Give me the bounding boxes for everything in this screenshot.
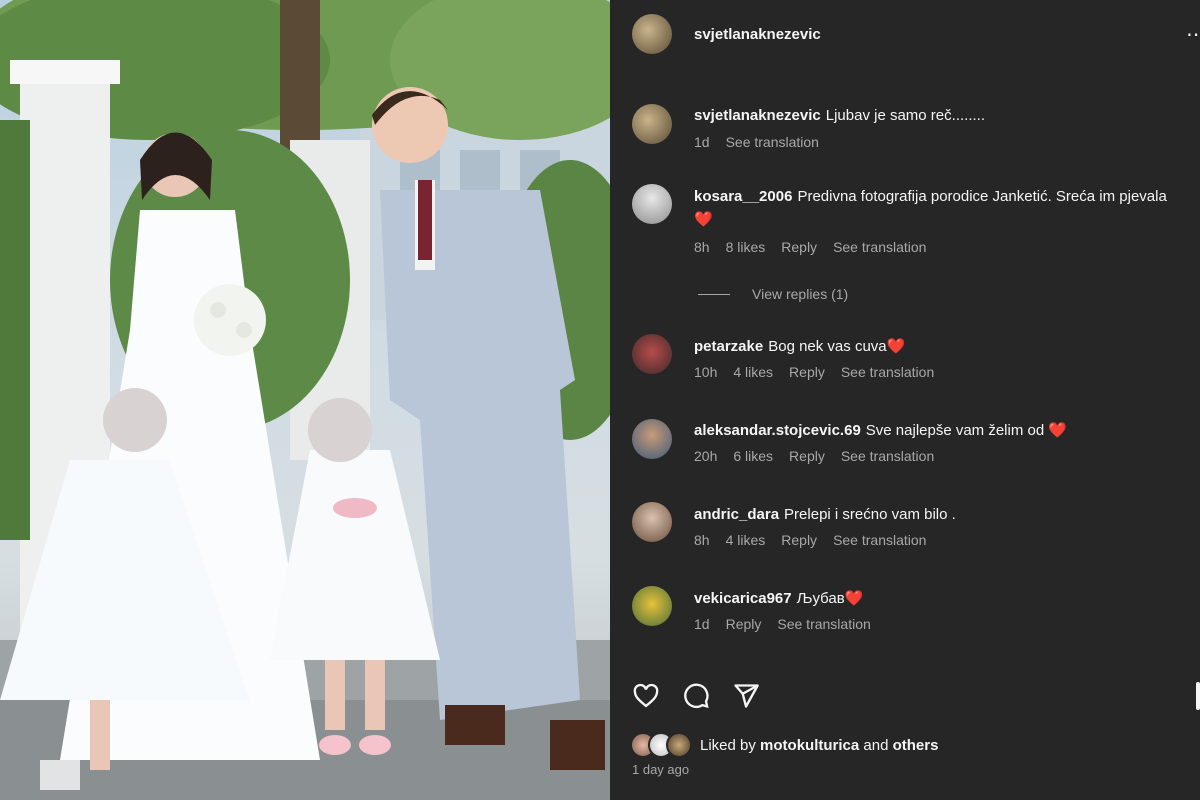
commenter-avatar[interactable] xyxy=(632,419,672,459)
reply-button[interactable]: Reply xyxy=(781,532,817,548)
comment-item: petarzake Bog nek vas cuva❤️ 10h 4 likes … xyxy=(694,335,1184,380)
wedding-photo-illustration xyxy=(0,0,610,800)
liked-by-row[interactable]: Liked by motokulturica and others xyxy=(630,732,938,758)
caption-avatar[interactable] xyxy=(632,104,672,144)
caption-comment: svjetlanaknezevic Ljubav je samo reč.....… xyxy=(694,104,1184,150)
heart-emoji: ❤️ xyxy=(694,211,713,228)
view-replies-button[interactable]: View replies (1) xyxy=(698,286,848,302)
view-replies-label: View replies (1) xyxy=(752,286,849,302)
liked-by-others[interactable]: others xyxy=(893,737,939,754)
replies-divider xyxy=(698,293,730,295)
comment-text: Bog nek vas cuva xyxy=(768,338,887,355)
liked-by-and: and xyxy=(863,736,889,754)
comment-text: Sve najlepše vam želim od xyxy=(865,422,1045,439)
more-dots-icon[interactable]: ⋯ xyxy=(1186,22,1200,47)
commenter-avatar[interactable] xyxy=(632,334,672,374)
author-username[interactable]: svjetlanaknezevic xyxy=(694,26,821,43)
comment-item: vekicarica967 Љубав❤️ 1d Reply See transl… xyxy=(694,587,1184,632)
heart-emoji: ❤️ xyxy=(886,338,906,355)
instagram-post-view: svjetlanaknezevic ⋯ svjetlanaknezevic Lju… xyxy=(0,0,1200,800)
comment-age[interactable]: 10h xyxy=(694,364,717,380)
comment-username[interactable]: vekicarica967 xyxy=(694,590,792,607)
commenter-avatar[interactable] xyxy=(632,586,672,626)
see-translation-link[interactable]: See translation xyxy=(841,364,934,380)
comment-text: Љубав xyxy=(796,590,845,607)
liked-by-text: Liked by motokulturica and others xyxy=(700,737,938,754)
heart-emoji: ❤️ xyxy=(844,590,864,607)
comment-age[interactable]: 1d xyxy=(694,616,710,632)
comment-age[interactable]: 8h xyxy=(694,532,710,548)
comment-age[interactable]: 20h xyxy=(694,448,717,464)
comment-age[interactable]: 8h xyxy=(694,239,710,255)
author-avatar[interactable] xyxy=(632,14,672,54)
reply-button[interactable]: Reply xyxy=(781,239,817,255)
comment-item: kosara__2006 Predivna fotografija porodic… xyxy=(694,185,1184,255)
heart-emoji: ❤️ xyxy=(1048,422,1068,439)
comment-icon[interactable] xyxy=(680,680,712,712)
comment-likes[interactable]: 4 likes xyxy=(733,364,773,380)
comment-item: andric_dara Prelepi i srećno vam bilo . 8… xyxy=(694,503,1184,548)
caption-text: Ljubav je samo reč........ xyxy=(825,107,985,124)
comment-item: aleksandar.stojcevic.69 Sve najlepše vam … xyxy=(694,419,1184,464)
comment-username[interactable]: petarzake xyxy=(694,338,763,355)
post-actions xyxy=(630,680,762,712)
comment-username[interactable]: andric_dara xyxy=(694,506,779,523)
caption-age[interactable]: 1d xyxy=(694,134,710,150)
heart-icon[interactable] xyxy=(630,680,662,712)
see-translation-link[interactable]: See translation xyxy=(777,616,870,632)
post-photo[interactable] xyxy=(0,0,610,800)
comments-panel: svjetlanaknezevic ⋯ svjetlanaknezevic Lju… xyxy=(610,0,1200,800)
comment-likes[interactable]: 6 likes xyxy=(733,448,773,464)
reply-button[interactable]: Reply xyxy=(789,448,825,464)
reply-button[interactable]: Reply xyxy=(726,616,762,632)
bookmark-edge[interactable] xyxy=(1196,682,1200,710)
comment-likes[interactable]: 8 likes xyxy=(726,239,766,255)
see-translation-link[interactable]: See translation xyxy=(833,239,926,255)
reply-button[interactable]: Reply xyxy=(789,364,825,380)
caption-username[interactable]: svjetlanaknezevic xyxy=(694,107,821,124)
commenter-avatar[interactable] xyxy=(632,184,672,224)
comment-likes[interactable]: 4 likes xyxy=(726,532,766,548)
comment-username[interactable]: kosara__2006 xyxy=(694,188,792,205)
comment-text: Prelepi i srećno vam bilo . xyxy=(784,506,956,523)
see-translation-link[interactable]: See translation xyxy=(726,134,819,150)
liked-by-prefix: Liked by xyxy=(700,736,756,754)
commenter-avatar[interactable] xyxy=(632,502,672,542)
liker-avatar xyxy=(666,732,692,758)
post-timestamp[interactable]: 1 day ago xyxy=(632,762,689,777)
liked-by-user[interactable]: motokulturica xyxy=(760,737,859,754)
share-icon[interactable] xyxy=(730,680,762,712)
comment-username[interactable]: aleksandar.stojcevic.69 xyxy=(694,422,861,439)
see-translation-link[interactable]: See translation xyxy=(841,448,934,464)
comment-text: Predivna fotografija porodice Janketić. … xyxy=(797,188,1167,205)
see-translation-link[interactable]: See translation xyxy=(833,532,926,548)
